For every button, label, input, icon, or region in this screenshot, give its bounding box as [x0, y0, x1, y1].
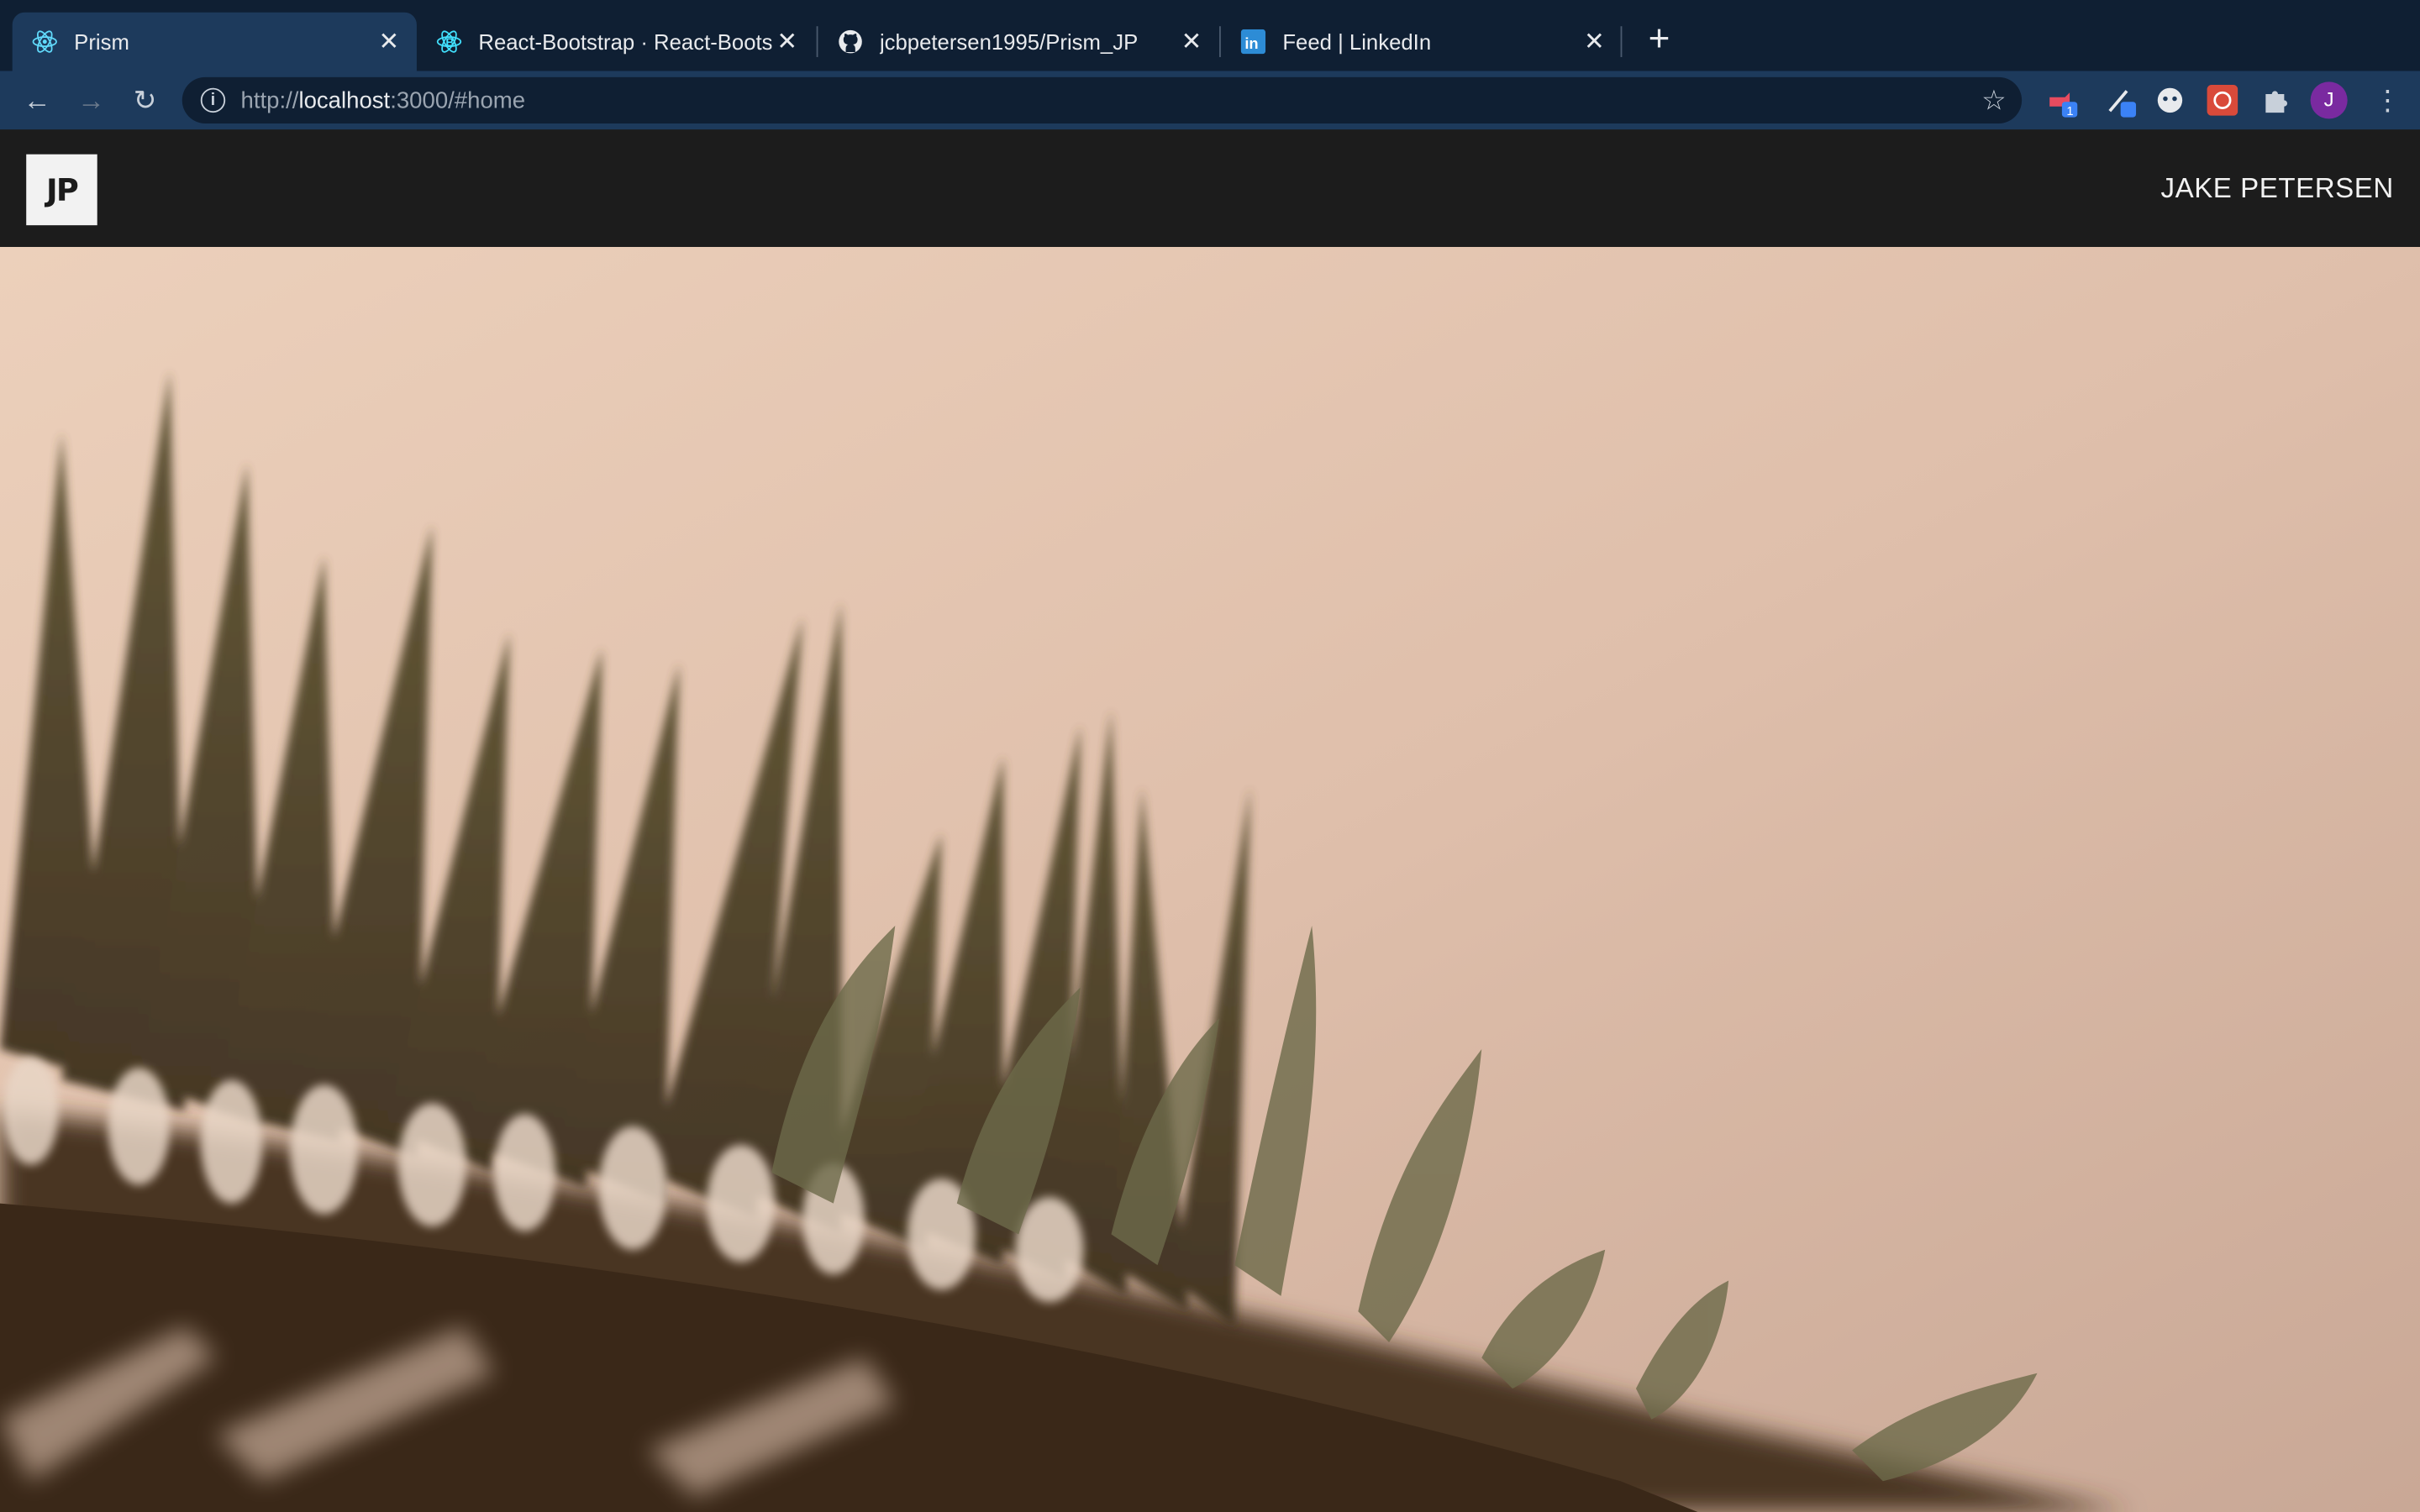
linkedin-icon: in: [1239, 28, 1267, 55]
browser-tab-strip: Prism ✕ B React-Bootstrap · React-Boots …: [0, 0, 2420, 71]
github-icon: [837, 28, 865, 55]
svg-text:B: B: [445, 36, 454, 49]
extension-icon[interactable]: 1: [2047, 85, 2078, 118]
url-scheme: http://: [240, 87, 299, 113]
color-picker-extension-icon[interactable]: [2105, 85, 2137, 118]
svg-text:in: in: [1244, 34, 1258, 52]
tab-separator: [1620, 26, 1623, 57]
logo-text: JP: [45, 171, 79, 208]
tab-linkedin[interactable]: in Feed | LinkedIn ✕: [1221, 13, 1623, 71]
react-bootstrap-icon: B: [435, 28, 463, 55]
tab-title: Feed | LinkedIn: [1282, 29, 1432, 55]
tab-title: Prism: [74, 29, 129, 55]
browser-toolbar: ← → ↻ i http://localhost:3000/#home ☆ 1 …: [0, 71, 2420, 130]
extension-icon[interactable]: [2154, 85, 2186, 116]
extension-icon[interactable]: [2207, 85, 2238, 116]
forward-arrow-icon[interactable]: →: [74, 83, 108, 117]
tab-prism[interactable]: Prism ✕: [12, 12, 417, 71]
profile-avatar[interactable]: J: [2310, 81, 2348, 119]
close-icon[interactable]: ✕: [373, 26, 404, 57]
hero-image: [0, 246, 2420, 1512]
address-bar[interactable]: i http://localhost:3000/#home ☆: [182, 76, 2023, 123]
new-tab-button[interactable]: +: [1642, 21, 1676, 58]
tab-title: React-Bootstrap · React-Boots: [478, 29, 772, 55]
site-logo[interactable]: JP: [26, 154, 97, 226]
tab-github[interactable]: jcbpetersen1995/Prism_JP ✕: [818, 13, 1219, 71]
palm-leaf-photo: [0, 246, 2420, 1512]
close-icon[interactable]: ✕: [771, 26, 802, 57]
url-host: localhost: [298, 87, 391, 113]
tab-title: jcbpetersen1995/Prism_JP: [879, 29, 1139, 55]
site-navbar: JP JAKE PETERSEN: [0, 129, 2420, 247]
url-text[interactable]: http://localhost:3000/#home: [241, 87, 526, 113]
tab-react-bootstrap[interactable]: B React-Bootstrap · React-Boots ✕: [417, 13, 815, 71]
brand-name[interactable]: JAKE PETERSEN: [2161, 173, 2394, 206]
puzzle-extensions-icon[interactable]: [2260, 85, 2291, 116]
bookmark-star-icon[interactable]: ☆: [1981, 85, 2007, 118]
svg-text:1: 1: [2066, 105, 2073, 118]
info-icon[interactable]: i: [200, 87, 226, 113]
url-path: :3000/#home: [390, 87, 526, 113]
close-icon[interactable]: ✕: [1579, 26, 1610, 57]
react-icon: [31, 28, 59, 55]
back-arrow-icon[interactable]: ←: [20, 83, 54, 117]
more-menu-icon[interactable]: ⋮: [2374, 83, 2402, 117]
close-icon[interactable]: ✕: [1176, 26, 1207, 57]
reload-icon[interactable]: ↻: [128, 83, 161, 117]
